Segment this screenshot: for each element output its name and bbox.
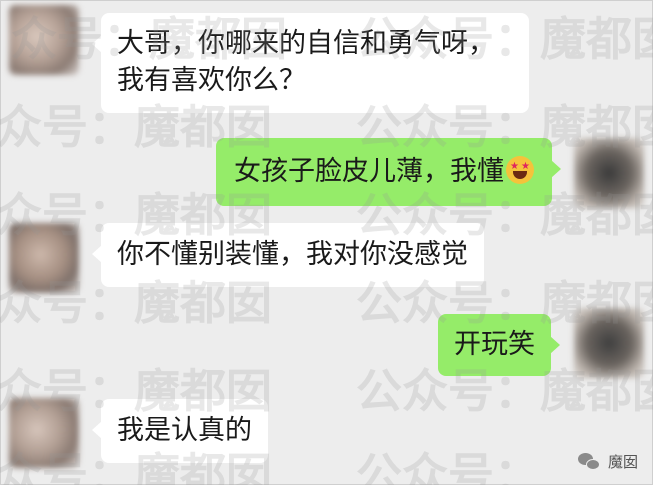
message-bubble-incoming[interactable]: 你不懂别装懂，我对你没感觉 [92, 223, 484, 287]
message-bubble-outgoing[interactable]: 女孩子脸皮儿薄，我懂 ★ ★ [216, 138, 561, 206]
message-bubble-incoming[interactable]: 大哥，你哪来的自信和勇气呀，我有喜欢你么？ [92, 13, 529, 113]
message-text: 女孩子脸皮儿薄，我懂 [234, 156, 504, 187]
watermark: 公众号： [356, 448, 540, 485]
star-struck-emoji-icon: ★ ★ [506, 156, 534, 184]
message-text: 你不懂别装懂，我对你没感觉 [117, 239, 468, 270]
source-badge: 魔囡 [577, 451, 638, 472]
sender-avatar[interactable] [9, 5, 79, 75]
sender-avatar[interactable] [9, 223, 79, 293]
message-text: 开玩笑 [454, 329, 535, 360]
message-bubble-incoming[interactable]: 我是认真的 [92, 399, 268, 463]
self-avatar[interactable] [574, 138, 644, 208]
sender-avatar[interactable] [9, 398, 79, 468]
message-bubble-outgoing[interactable]: 开玩笑 [438, 314, 560, 376]
message-text: 我是认真的 [117, 415, 252, 446]
chat-window: 大哥，你哪来的自信和勇气呀，我有喜欢你么？ 女孩子脸皮儿薄，我懂 ★ ★ 你不懂别装… [0, 0, 653, 485]
source-badge-label: 魔囡 [607, 453, 638, 471]
wechat-icon [577, 452, 602, 471]
message-text: 大哥，你哪来的自信和勇气呀，我有喜欢你么？ [117, 28, 495, 96]
self-avatar[interactable] [574, 308, 644, 378]
